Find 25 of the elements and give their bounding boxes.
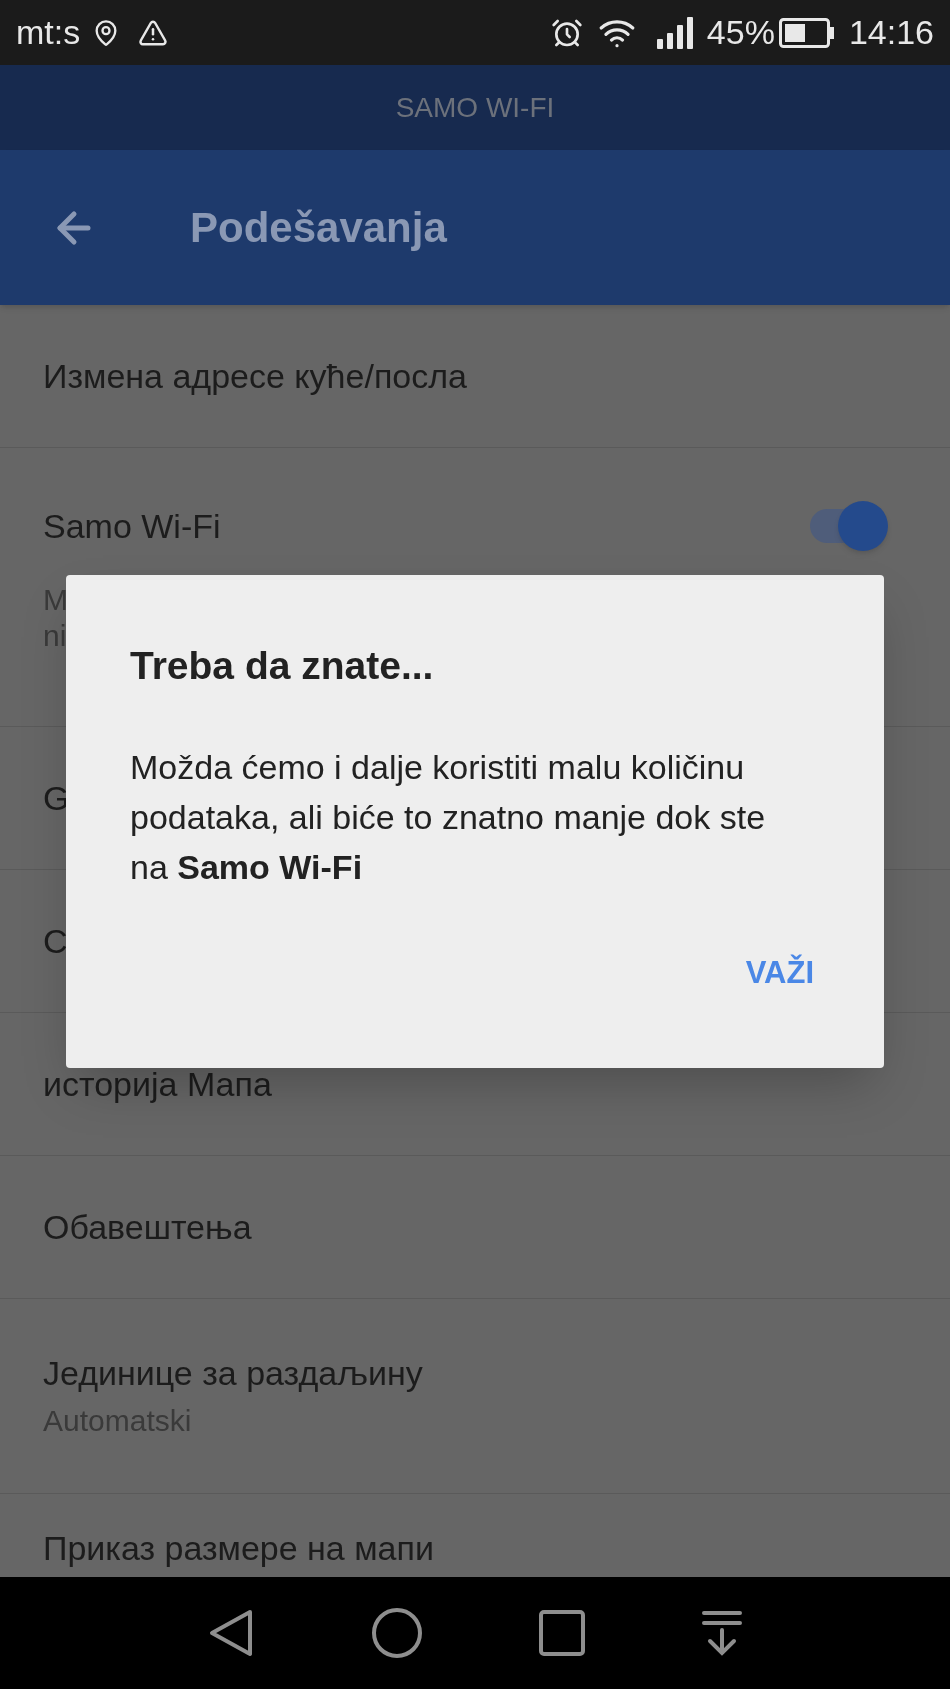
- setting-title: Samo Wi-Fi: [43, 506, 221, 547]
- setting-title: историја Мапа: [43, 1064, 272, 1105]
- setting-title: Обавештења: [43, 1207, 252, 1248]
- battery-percent: 45%: [706, 12, 775, 53]
- setting-title: Јединице за раздаљину: [43, 1353, 424, 1394]
- setting-row[interactable]: Обавештења: [0, 1156, 950, 1299]
- dialog-message: Možda ćemo i dalje koristiti malu količinu podataka, ali biće to znatno manje dok ste na Samo Wi-Fi: [130, 746, 767, 888]
- page-title: Podešavanja: [190, 203, 447, 253]
- notification-pull-icon[interactable]: [701, 1610, 742, 1656]
- ok-button[interactable]: VAŽI: [729, 939, 830, 1006]
- signal-icon: [656, 16, 695, 49]
- recents-icon[interactable]: [539, 1610, 586, 1656]
- home-icon[interactable]: [370, 1607, 423, 1659]
- setting-row[interactable]: Измена адресе куће/посла: [0, 305, 950, 448]
- back-icon[interactable]: [208, 1608, 255, 1658]
- setting-title: G: [43, 778, 70, 819]
- setting-title: Измена адресе куће/посла: [43, 356, 467, 397]
- dialog-title: Treba da znate...: [130, 643, 435, 689]
- setting-title: C: [43, 921, 68, 962]
- clock-time: 14:16: [848, 12, 934, 53]
- banner-title: SAMO WI-FI: [395, 90, 555, 125]
- setting-title: Приказ размере на мапи: [43, 1529, 434, 1567]
- battery-icon: [778, 17, 835, 48]
- carrier-name: mt:s: [16, 12, 81, 53]
- setting-row[interactable]: Приказ размере на мапи: [0, 1494, 950, 1577]
